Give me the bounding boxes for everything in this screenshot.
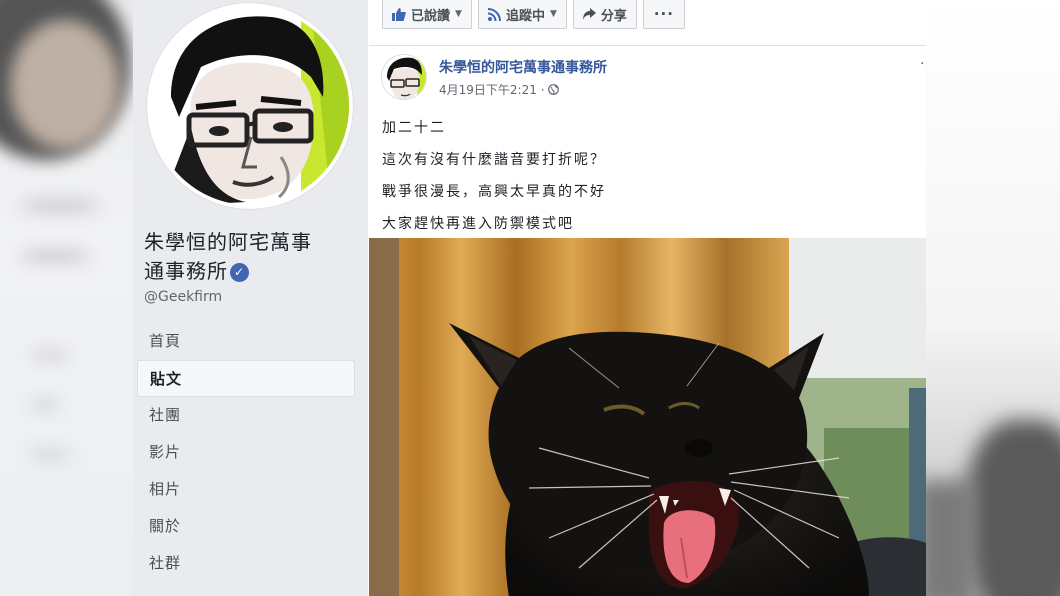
more-options-button[interactable]: ···	[642, 0, 685, 29]
black-cat-photo	[369, 238, 926, 596]
post-text: 加二十二 這次有沒有什麼諧音要打折呢？ 戰爭很漫長，高興太早真的不好 大家趕快再…	[382, 112, 606, 240]
page-title-line-2: 通事務所 ✓	[144, 257, 359, 286]
page-title[interactable]: 朱學恒的阿宅萬事 通事務所 ✓	[144, 228, 359, 286]
avatar	[151, 7, 349, 205]
liked-button-label: 已說讚	[411, 8, 451, 24]
sidebar-item-videos[interactable]: 影片	[137, 434, 355, 471]
sidebar-item-posts[interactable]: 貼文	[137, 360, 355, 397]
following-button[interactable]: 追蹤中 ▼	[477, 0, 567, 29]
avatar-illustration	[151, 7, 349, 205]
page-action-bar: 已說讚 ▼ 追蹤中 ▼ 分享 ···	[382, 0, 685, 29]
post-text-line: 這次有沒有什麼諧音要打折呢？	[382, 152, 606, 168]
verified-badge-icon: ✓	[230, 263, 249, 282]
blurred-background-left	[0, 0, 133, 596]
page-sidebar: 朱學恒的阿宅萬事 通事務所 ✓ @Geekfirm 首頁 貼文 社團 影片 相片 …	[133, 0, 368, 596]
post-card: 朱學恒的阿宅萬事通事務所 4月19日下午2:21 · · 加二十二 這次有沒有什…	[369, 45, 926, 596]
following-button-label: 追蹤中	[505, 8, 545, 24]
post-author-avatar[interactable]	[381, 54, 427, 100]
avatar-illustration	[382, 55, 426, 99]
rss-icon	[487, 7, 501, 21]
post-text-line: 大家趕快再進入防禦模式吧	[382, 216, 574, 232]
post-text-line: 戰爭很漫長，高興太早真的不好	[382, 184, 606, 200]
chevron-down-icon: ▼	[549, 9, 557, 19]
page-handle[interactable]: @Geekfirm	[144, 289, 222, 305]
separator-dot: ·	[540, 83, 549, 97]
sidebar-item-groups[interactable]: 社團	[137, 397, 355, 434]
chevron-down-icon: ▼	[455, 9, 462, 19]
sidebar-item-home[interactable]: 首頁	[137, 323, 355, 360]
sidebar-item-about[interactable]: 關於	[137, 508, 355, 545]
share-arrow-icon	[582, 8, 596, 20]
post-text-line: 加二十二	[382, 120, 446, 136]
post-options-menu[interactable]: ·	[920, 56, 924, 72]
share-button[interactable]: 分享	[572, 0, 637, 29]
thumbs-up-icon	[392, 7, 406, 21]
profile-picture[interactable]	[147, 3, 353, 209]
post-time-text: 4月19日下午2:21	[439, 83, 537, 97]
sidebar-item-photos[interactable]: 相片	[137, 471, 355, 508]
liked-button[interactable]: 已說讚 ▼	[382, 0, 472, 29]
page-title-line-1: 朱學恒的阿宅萬事	[144, 230, 312, 254]
post-photo[interactable]	[369, 238, 926, 596]
share-button-label: 分享	[600, 8, 627, 24]
globe-icon	[548, 84, 560, 95]
post-author-name[interactable]: 朱學恒的阿宅萬事通事務所	[439, 57, 607, 77]
page-nav: 首頁 貼文 社團 影片 相片 關於 社群	[137, 323, 355, 582]
sidebar-item-community[interactable]: 社群	[137, 545, 355, 582]
blurred-background-right	[926, 0, 1060, 596]
post-timestamp[interactable]: 4月19日下午2:21 ·	[439, 81, 560, 98]
